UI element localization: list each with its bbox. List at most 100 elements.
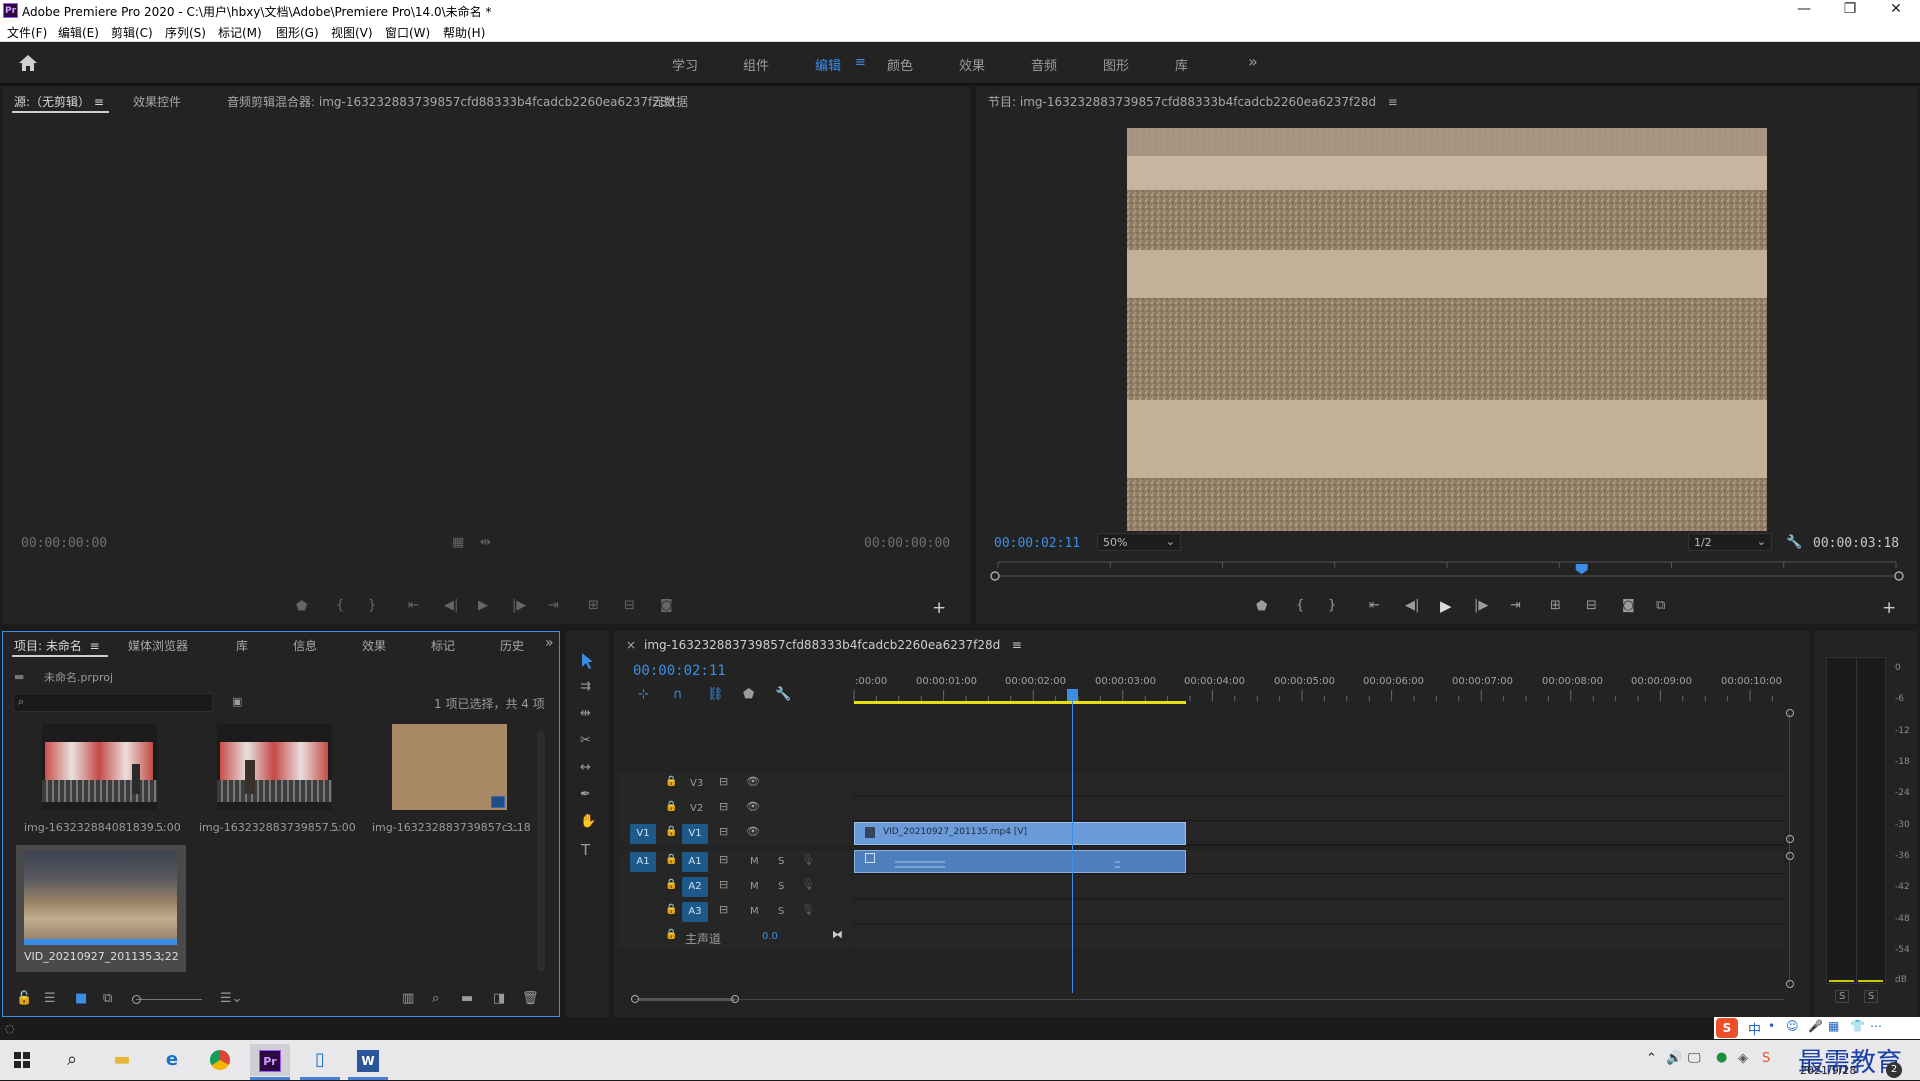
project-search-input[interactable]: ⌕ xyxy=(13,693,213,712)
snap-icon[interactable]: ∩ xyxy=(673,687,683,702)
timeline-tc-current[interactable]: 00:00:02:11 xyxy=(633,663,726,679)
ime-voice[interactable]: 🎤 xyxy=(1808,1019,1823,1033)
ime-chinese-mode[interactable]: 中 xyxy=(1748,1019,1761,1038)
source-add-button-icon[interactable]: + xyxy=(932,598,946,618)
tab-audio-clip-mixer[interactable]: 音频剪辑混合器: img-163232883739857cfd88333b4fc… xyxy=(227,93,675,110)
program-extract-icon[interactable]: ⊟ xyxy=(1586,598,1597,613)
program-scrubber[interactable] xyxy=(988,558,1906,584)
icon-view-icon[interactable]: ■ xyxy=(75,991,87,1006)
word-icon[interactable]: W xyxy=(348,1044,388,1076)
automate-to-sequence-icon[interactable]: ▥ xyxy=(402,991,414,1006)
type-tool-icon[interactable]: T xyxy=(581,841,590,859)
menu-window[interactable]: 窗口(W) xyxy=(385,24,430,41)
timeline-playhead[interactable] xyxy=(1072,690,1073,993)
zoom-handle-right[interactable] xyxy=(731,995,739,1003)
wrench-icon[interactable]: 🔧 xyxy=(1786,535,1802,550)
program-mark-out-icon[interactable]: } xyxy=(1328,598,1336,613)
solo-button[interactable]: S xyxy=(778,906,784,917)
ime-keyboard[interactable]: ▦ xyxy=(1828,1019,1839,1033)
track-lane-a2[interactable] xyxy=(854,875,1784,899)
workspace-menu-icon[interactable]: ≡ xyxy=(855,55,866,70)
ime-punctuation[interactable]: • xyxy=(1768,1019,1775,1033)
menu-clip[interactable]: 剪辑(C) xyxy=(111,24,153,41)
menu-sequence[interactable]: 序列(S) xyxy=(165,24,206,41)
lock-icon[interactable]: 🔒 xyxy=(665,929,677,940)
tablet-app-icon[interactable]: ▯ xyxy=(300,1044,340,1076)
mic-icon[interactable]: 🎙 xyxy=(801,903,815,916)
workspace-audio[interactable]: 音频 xyxy=(1031,55,1057,74)
menu-graphics[interactable]: 图形(G) xyxy=(276,24,319,41)
chrome-icon[interactable] xyxy=(200,1044,240,1076)
tab-source[interactable]: 源:（无剪辑） ≡ xyxy=(14,93,104,110)
new-item-icon[interactable]: ◨ xyxy=(493,991,505,1006)
tab-history[interactable]: 历史 xyxy=(500,637,524,654)
track-target-a2[interactable]: A2 xyxy=(682,877,708,897)
ime-more[interactable]: ⋯ xyxy=(1870,1019,1882,1033)
razor-tool-icon[interactable]: ✂ xyxy=(580,733,591,748)
program-play-icon[interactable]: ▶ xyxy=(1440,597,1452,615)
program-goto-out-icon[interactable]: ⇥ xyxy=(1510,598,1521,613)
lock-icon[interactable]: 🔒 xyxy=(665,826,677,837)
list-view-icon[interactable]: ☰ xyxy=(44,991,56,1006)
workspace-color[interactable]: 颜色 xyxy=(887,55,913,74)
mic-icon[interactable]: 🎙 xyxy=(801,878,815,891)
source-mark-out-icon[interactable]: } xyxy=(368,598,376,613)
source-play-icon[interactable]: ▶ xyxy=(478,598,488,613)
eye-icon[interactable]: 👁 xyxy=(746,825,760,838)
sogou-tray-icon[interactable]: S xyxy=(1762,1051,1770,1066)
source-mark-in-icon[interactable]: { xyxy=(336,598,344,613)
master-end-icon[interactable]: ⧓ xyxy=(832,928,843,941)
timeline-sequence-tab[interactable]: img-163232883739857cfd88333b4fcadcb2260e… xyxy=(644,638,1022,652)
network-icon[interactable]: 🖵 xyxy=(1688,1051,1701,1066)
video-clip[interactable]: VID_20210927_201135.mp4 [V] xyxy=(854,822,1186,845)
lock-icon[interactable]: 🔒 xyxy=(665,801,677,812)
selection-tool-icon[interactable] xyxy=(580,652,594,670)
track-target-a1[interactable]: A1 xyxy=(682,852,708,872)
solo-button[interactable]: S xyxy=(778,881,784,892)
source-marker-icon[interactable]: ⬟ xyxy=(296,599,307,614)
scroll-handle[interactable] xyxy=(1786,709,1794,717)
source-patch-v1[interactable]: V1 xyxy=(630,824,656,844)
workspace-more-icon[interactable]: » xyxy=(1248,52,1258,71)
program-goto-in-icon[interactable]: ⇤ xyxy=(1369,598,1380,613)
source-patch-a1[interactable]: A1 xyxy=(630,852,656,872)
ime-emoji[interactable]: ☺ xyxy=(1786,1019,1799,1033)
workspace-learn[interactable]: 学习 xyxy=(672,55,698,74)
timeline-hscroll[interactable] xyxy=(634,999,1784,1000)
mute-button[interactable]: M xyxy=(750,906,759,917)
zoom-handle-left[interactable] xyxy=(631,995,639,1003)
new-bin-icon[interactable]: ▬ xyxy=(461,991,473,1006)
solo-button[interactable]: S xyxy=(778,856,784,867)
source-export-frame-icon[interactable]: ◙ xyxy=(660,598,673,613)
program-resolution-select[interactable]: 1/2 ⌄ xyxy=(1688,533,1772,551)
tray-app-icon[interactable]: ◈ xyxy=(1738,1051,1748,1066)
tab-libraries[interactable]: 库 xyxy=(236,637,248,654)
freeform-view-icon[interactable]: ⧉ xyxy=(103,991,112,1006)
ripple-edit-tool-icon[interactable]: ⇹ xyxy=(580,706,591,721)
tray-app-icon[interactable]: ● xyxy=(1716,1050,1727,1065)
scroll-handle[interactable] xyxy=(1786,980,1794,988)
add-marker-icon[interactable]: ⬟ xyxy=(743,687,754,702)
mute-button[interactable]: M xyxy=(750,856,759,867)
zoom-bar[interactable] xyxy=(639,998,735,1001)
tab-markers[interactable]: 标记 xyxy=(431,637,455,654)
source-goto-in-icon[interactable]: ⇤ xyxy=(408,598,419,613)
trash-icon[interactable]: 🗑 xyxy=(522,991,539,1006)
menu-marker[interactable]: 标记(M) xyxy=(218,24,262,41)
close-button[interactable]: ✕ xyxy=(1876,1,1916,21)
pen-tool-icon[interactable]: ✒ xyxy=(580,787,591,802)
mic-icon[interactable]: 🎙 xyxy=(801,853,815,866)
search-icon[interactable]: ⌕ xyxy=(52,1044,92,1076)
menu-view[interactable]: 视图(V) xyxy=(331,24,373,41)
source-step-forward-icon[interactable]: |▶ xyxy=(512,598,526,613)
scroll-handle[interactable] xyxy=(1786,852,1794,860)
workspace-editing[interactable]: 编辑 xyxy=(815,55,841,74)
track-lane-v3[interactable] xyxy=(854,772,1784,796)
premiere-taskbar-icon[interactable]: Pr xyxy=(250,1044,290,1076)
lock-icon[interactable]: 🔓 xyxy=(16,991,32,1006)
source-step-back-icon[interactable]: ◀| xyxy=(444,598,458,613)
panel-more-icon[interactable]: » xyxy=(545,635,554,651)
program-step-forward-icon[interactable]: |▶ xyxy=(1474,598,1488,613)
program-marker-icon[interactable]: ⬟ xyxy=(1256,599,1267,614)
audio-clip[interactable] xyxy=(854,850,1186,873)
